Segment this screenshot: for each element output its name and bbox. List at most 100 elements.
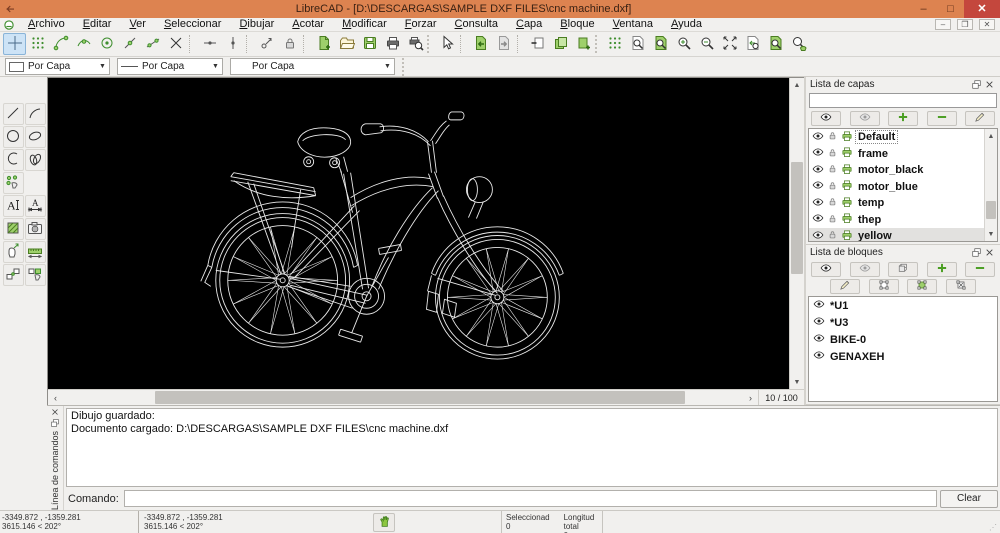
lock-icon[interactable] — [827, 229, 838, 242]
block-row[interactable]: BIKE-0 — [809, 331, 997, 348]
layer-row[interactable]: temp — [809, 195, 984, 212]
open-file-button[interactable] — [335, 33, 358, 55]
crosshair-snap-button[interactable] — [3, 33, 26, 55]
eye-icon[interactable] — [812, 130, 824, 145]
menu-bloque[interactable]: Bloque — [551, 18, 603, 31]
float-dock-icon[interactable] — [49, 417, 62, 427]
edit-block-button[interactable] — [869, 279, 899, 294]
attributes-block-button[interactable] — [830, 279, 860, 294]
zoom-page-button[interactable] — [764, 33, 787, 55]
redo-button[interactable] — [492, 33, 515, 55]
color-combo[interactable]: Por Capa ▼ — [5, 58, 110, 75]
eye-icon[interactable] — [813, 298, 825, 313]
restrict-horizontal-button[interactable] — [198, 33, 221, 55]
measure-button[interactable] — [25, 241, 46, 263]
draw-circle-button[interactable] — [3, 126, 24, 148]
printer-icon[interactable] — [841, 179, 853, 194]
eye-icon[interactable] — [812, 179, 824, 194]
lock-icon[interactable] — [827, 130, 838, 144]
draw-arc-button[interactable] — [25, 103, 46, 125]
layer-list-scrollbar[interactable]: ▲ ▼ — [984, 129, 997, 241]
lock-icon[interactable] — [827, 196, 838, 210]
block-edit-button[interactable] — [25, 264, 46, 286]
add-block-button[interactable] — [927, 262, 957, 277]
command-input[interactable] — [124, 490, 937, 507]
scroll-up-arrow[interactable]: ▲ — [790, 78, 804, 92]
scroll-right-arrow[interactable]: › — [743, 390, 758, 405]
draw-ellipse-button[interactable] — [25, 126, 46, 148]
eye-icon[interactable] — [812, 196, 824, 211]
print-button[interactable] — [381, 33, 404, 55]
scroll-left-arrow[interactable]: ‹ — [48, 390, 63, 405]
eye-icon[interactable] — [812, 212, 824, 227]
resize-grip[interactable]: ⋰ — [989, 523, 1000, 533]
restrict-vertical-button[interactable] — [221, 33, 244, 55]
hide-all-layers-button[interactable] — [850, 111, 880, 126]
add-layer-button[interactable] — [888, 111, 918, 126]
scroll-thumb[interactable] — [986, 201, 996, 219]
block-row[interactable]: *U1 — [809, 297, 997, 314]
line-width-combo[interactable]: Por Capa ▼ — [117, 58, 223, 75]
draw-spline-button[interactable] — [3, 149, 24, 171]
eye-icon[interactable] — [812, 146, 824, 161]
menu-acotar[interactable]: Acotar — [283, 18, 333, 31]
insert-image-button[interactable] — [25, 218, 46, 240]
menu-modificar[interactable]: Modificar — [333, 18, 396, 31]
snap-on-entity-button[interactable] — [72, 33, 95, 55]
menu-seleccionar[interactable]: Seleccionar — [155, 18, 230, 31]
draw-line-button[interactable] — [3, 103, 24, 125]
zoom-in-button[interactable] — [672, 33, 695, 55]
edit-layer-button[interactable] — [965, 111, 995, 126]
menu-ventana[interactable]: Ventana — [604, 18, 662, 31]
eye-icon[interactable] — [813, 315, 825, 330]
dimension-button[interactable]: A — [25, 195, 46, 217]
undo-button[interactable] — [469, 33, 492, 55]
snap-intersection-button[interactable] — [164, 33, 187, 55]
layer-row[interactable]: motor_black — [809, 162, 984, 179]
minimize-button[interactable]: – — [910, 0, 937, 18]
save-file-button[interactable] — [358, 33, 381, 55]
toggle-block-button[interactable] — [888, 262, 918, 277]
snap-grid-button[interactable] — [26, 33, 49, 55]
maximize-button[interactable]: □ — [937, 0, 964, 18]
draw-point-button[interactable] — [3, 172, 24, 194]
hatch-button[interactable] — [3, 218, 24, 240]
snap-middle-button[interactable] — [118, 33, 141, 55]
selection-pointer-button[interactable] — [435, 33, 458, 55]
new-document-button[interactable] — [572, 33, 595, 55]
zoom-redraw-button[interactable] — [626, 33, 649, 55]
zoom-previous-button[interactable] — [741, 33, 764, 55]
zoom-out-button[interactable] — [695, 33, 718, 55]
show-all-layers-button[interactable] — [811, 111, 841, 126]
show-all-blocks-button[interactable] — [811, 262, 841, 277]
draw-ellipse-arc-button[interactable] — [25, 149, 46, 171]
menu-capa[interactable]: Capa — [507, 18, 551, 31]
menu-forzar[interactable]: Forzar — [396, 18, 446, 31]
close-document-button[interactable] — [526, 33, 549, 55]
close-button[interactable]: ✕ — [964, 0, 1000, 18]
print-preview-button[interactable] — [404, 33, 427, 55]
eye-icon[interactable] — [813, 332, 825, 347]
printer-icon[interactable] — [841, 229, 853, 242]
remove-layer-button[interactable] — [927, 111, 957, 126]
zoom-window-button[interactable] — [649, 33, 672, 55]
hide-all-blocks-button[interactable] — [850, 262, 880, 277]
scroll-up-arrow[interactable]: ▲ — [985, 129, 997, 143]
printer-icon[interactable] — [841, 212, 853, 227]
horizontal-scroll-thumb[interactable] — [155, 391, 685, 404]
mdi-minimize-button[interactable]: – — [935, 19, 951, 30]
eye-icon[interactable] — [813, 349, 825, 364]
printer-icon[interactable] — [841, 146, 853, 161]
line-type-combo[interactable]: Por Capa ▼ — [230, 58, 395, 75]
snap-free-button[interactable] — [255, 33, 278, 55]
layer-row[interactable]: motor_blue — [809, 179, 984, 196]
select-button[interactable] — [3, 241, 24, 263]
close-panel-icon[interactable] — [983, 247, 996, 259]
menu-ayuda[interactable]: Ayuda — [662, 18, 711, 31]
clear-button[interactable]: Clear — [940, 490, 998, 508]
snap-center-button[interactable] — [95, 33, 118, 55]
new-file-button[interactable] — [312, 33, 335, 55]
scroll-down-arrow[interactable]: ▼ — [985, 227, 997, 241]
canvas-vertical-scrollbar[interactable]: ▲ ▼ — [789, 78, 804, 389]
layer-row[interactable]: thep — [809, 212, 984, 229]
